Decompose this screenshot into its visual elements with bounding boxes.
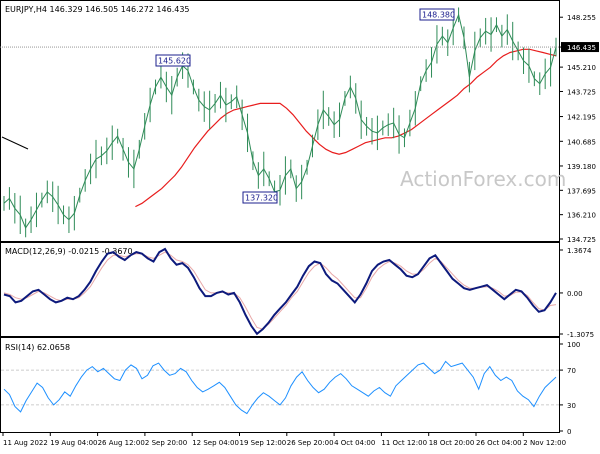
x-axis-label: 26 Oct 04:00 (476, 439, 522, 447)
macd-signal-line (3, 251, 557, 330)
price-axis-label: 139.180 (567, 163, 596, 171)
rsi-line (3, 360, 557, 415)
x-axis-label: 11 Aug 2022 (3, 439, 48, 447)
price-axis-label: 140.685 (567, 138, 596, 146)
rsi-axis-label: 100 (567, 341, 580, 349)
callout-value: 145.620 (158, 57, 191, 66)
price-axis-label: 136.210 (567, 212, 596, 220)
rsi-axis-label: 0 (567, 428, 571, 436)
x-axis-label: 26 Sep 20:00 (287, 439, 334, 447)
price-series-group: 145.620 137.320 148.380 (0, 7, 559, 238)
macd-axis-label: -1.3075 (567, 331, 594, 339)
rsi-axis-label: 70 (567, 367, 576, 375)
price-axis-label: 143.725 (567, 88, 596, 96)
macd-axis-label: 1.3674 (567, 247, 592, 255)
x-axis-label: 19 Sep 12:00 (240, 439, 287, 447)
price-axis-label: 142.195 (567, 114, 596, 122)
macd-main-line (3, 247, 557, 336)
price-callout: 145.620 (155, 54, 191, 67)
callout-value: 137.320 (245, 194, 278, 203)
x-axis-label: 2 Sep 20:00 (145, 439, 187, 447)
watermark: ActionForex.com (400, 167, 566, 191)
rsi-axis-label: 30 (567, 402, 576, 410)
macd-series-group (3, 247, 557, 336)
rsi-panel-frame (0, 337, 560, 433)
x-axis-label: 18 Oct 20:00 (429, 439, 475, 447)
x-axis-label: 26 Aug 12:00 (98, 439, 145, 447)
symbol-ohlc-label: EURJPY,H4 146.329 146.505 146.272 146.43… (5, 5, 190, 14)
chart-window: EURJPY,H4 146.329 146.505 146.272 146.43… (0, 0, 600, 450)
x-axis-label: 19 Aug 04:00 (50, 439, 97, 447)
price-axis-label: 148.255 (567, 14, 596, 22)
price-axis-label: 146.435 (567, 44, 596, 52)
rsi-label: RSI(14) 62.0658 (5, 343, 70, 352)
price-callout: 137.320 (242, 191, 278, 204)
x-axis-label: 4 Oct 04:00 (334, 439, 375, 447)
axes-group: 148.255 146.435 145.210 143.725 142.195 140.6… (2, 14, 599, 447)
chart-canvas: EURJPY,H4 146.329 146.505 146.272 146.43… (0, 0, 599, 447)
price-bars (3, 7, 557, 238)
macd-axis-label: 0.00 (567, 290, 583, 298)
trendline-segment (1, 136, 29, 150)
price-axis-label: 145.210 (567, 64, 596, 72)
price-axis-label: 137.695 (567, 187, 596, 195)
x-axis-label: 2 Nov 12:00 (523, 439, 566, 447)
x-axis-label: 11 Oct 12:00 (381, 439, 427, 447)
price-callout: 148.380 (419, 8, 455, 21)
callout-value: 148.380 (422, 11, 455, 20)
x-axis-label: 12 Sep 04:00 (192, 439, 239, 447)
rsi-series-group (1, 360, 559, 415)
price-axis-label: 134.725 (567, 236, 596, 244)
